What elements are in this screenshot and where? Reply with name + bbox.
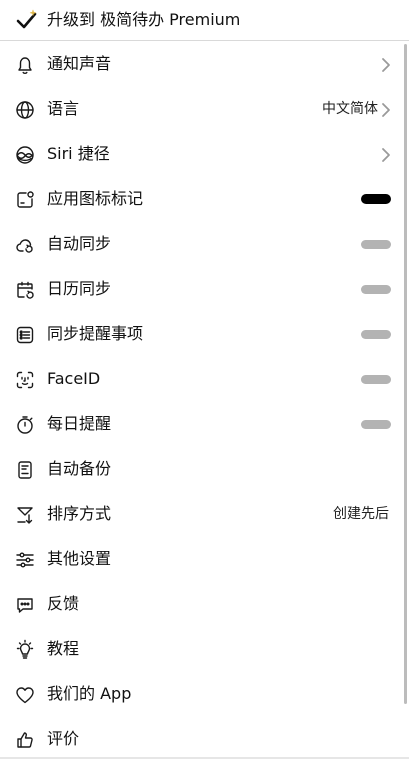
- globe-icon: [14, 99, 36, 121]
- settings-row[interactable]: 排序方式 创建先后: [0, 492, 409, 537]
- cloud-sync-icon: [14, 234, 36, 256]
- sort-icon: [14, 504, 36, 526]
- bottom-divider: [0, 757, 409, 759]
- settings-row-label: 排序方式: [47, 504, 112, 523]
- reminders-list-icon: [14, 324, 36, 346]
- toggle-switch[interactable]: [361, 285, 391, 294]
- settings-row-label: 每日提醒: [47, 414, 112, 433]
- settings-row-label: 自动备份: [47, 459, 112, 478]
- settings-row[interactable]: 评价: [0, 717, 409, 761]
- settings-row[interactable]: 每日提醒: [0, 402, 409, 447]
- chevron-right-icon: [381, 57, 391, 73]
- chevron-right-icon: [381, 147, 391, 163]
- settings-row[interactable]: 自动同步: [0, 222, 409, 267]
- heart-icon: [14, 684, 36, 706]
- toggle-switch[interactable]: [361, 240, 391, 249]
- settings-row-label: 教程: [47, 639, 80, 658]
- settings-row[interactable]: Siri 捷径: [0, 132, 409, 177]
- settings-row-label: 应用图标标记: [47, 189, 144, 208]
- settings-row-label: 评价: [47, 729, 80, 748]
- settings-row[interactable]: 同步提醒事项: [0, 312, 409, 357]
- settings-row-label: 我们的 App: [47, 684, 132, 703]
- toggle-switch[interactable]: [361, 194, 391, 204]
- settings-screen: 升级到 极简待办 Premium 通知声音语言 中文简体 Siri 捷径应用图标标记…: [0, 0, 409, 761]
- bell-icon: [14, 54, 36, 76]
- settings-row[interactable]: FaceID: [0, 357, 409, 402]
- settings-row-label: 通知声音: [47, 54, 112, 73]
- sliders-icon: [14, 549, 36, 571]
- calendar-sync-icon: [14, 279, 36, 301]
- settings-row[interactable]: 反馈: [0, 582, 409, 627]
- settings-row-label: FaceID: [47, 369, 101, 388]
- settings-row[interactable]: 教程: [0, 627, 409, 672]
- settings-row-label: 日历同步: [47, 279, 112, 298]
- settings-row[interactable]: 其他设置: [0, 537, 409, 582]
- settings-row-label: 自动同步: [47, 234, 112, 253]
- upgrade-premium-label: 升级到 极简待办 Premium: [47, 10, 241, 29]
- chat-bubble-icon: [14, 594, 36, 616]
- scrollbar[interactable]: [404, 44, 407, 704]
- settings-row-label: Siri 捷径: [47, 144, 110, 163]
- settings-row[interactable]: 应用图标标记: [0, 177, 409, 222]
- settings-row-label: 同步提醒事项: [47, 324, 144, 343]
- upgrade-premium-row[interactable]: 升级到 极简待办 Premium: [0, 0, 409, 41]
- settings-row[interactable]: 语言 中文简体: [0, 87, 409, 132]
- settings-list: 通知声音语言 中文简体 Siri 捷径应用图标标记 自动同步日历同步同步提醒事项 Fac…: [0, 42, 409, 761]
- chevron-right-icon: [381, 102, 391, 118]
- thumbs-up-icon: [14, 729, 36, 751]
- settings-row-value: 中文简体: [322, 101, 378, 117]
- settings-row[interactable]: 日历同步: [0, 267, 409, 312]
- faceid-icon: [14, 369, 36, 391]
- checkmark-sparkle-icon: [15, 8, 39, 32]
- timer-icon: [14, 414, 36, 436]
- settings-row-value: 创建先后: [333, 506, 389, 522]
- settings-row[interactable]: 我们的 App: [0, 672, 409, 717]
- settings-row-label: 其他设置: [47, 549, 112, 568]
- settings-row[interactable]: 自动备份: [0, 447, 409, 492]
- toggle-switch[interactable]: [361, 420, 391, 429]
- settings-row[interactable]: 通知声音: [0, 42, 409, 87]
- toggle-switch[interactable]: [361, 375, 391, 384]
- settings-row-label: 语言: [47, 99, 80, 118]
- app-badge-icon: [14, 189, 36, 211]
- siri-icon: [14, 144, 36, 166]
- backup-document-icon: [14, 459, 36, 481]
- settings-row-label: 反馈: [47, 594, 80, 613]
- lightbulb-icon: [14, 639, 36, 661]
- toggle-switch[interactable]: [361, 330, 391, 339]
